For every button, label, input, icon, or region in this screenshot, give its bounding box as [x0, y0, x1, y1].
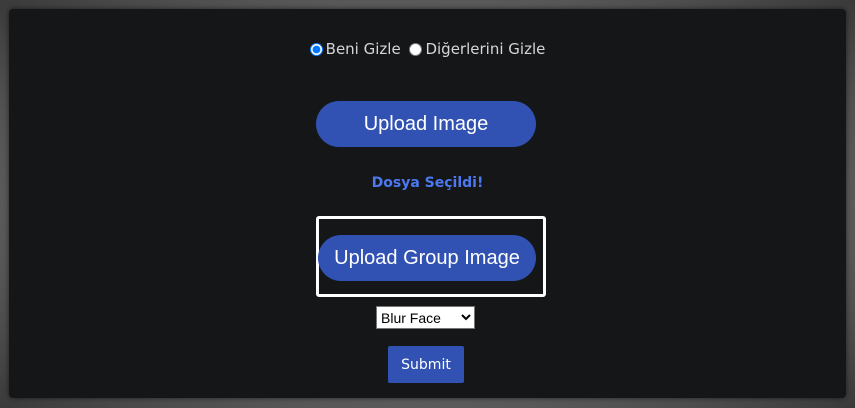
radio-hide-others-label: Diğerlerini Gizle — [425, 40, 546, 58]
main-panel — [9, 9, 846, 398]
file-selected-status: Dosya Seçildi! — [371, 175, 484, 191]
radio-hide-me-input[interactable] — [309, 42, 323, 56]
upload-group-image-button[interactable]: Upload Group Image — [318, 235, 536, 281]
radio-hide-me-label: Beni Gizle — [325, 40, 401, 58]
radio-hide-others[interactable]: Diğerlerini Gizle — [409, 40, 545, 58]
effect-select[interactable]: Blur Face — [376, 306, 475, 329]
upload-image-button[interactable]: Upload Image — [316, 101, 536, 147]
privacy-radio-group: Beni Gizle Diğerlerini Gizle — [0, 40, 855, 60]
radio-hide-me[interactable]: Beni Gizle — [309, 40, 401, 58]
radio-hide-others-input[interactable] — [409, 42, 423, 56]
submit-button[interactable]: Submit — [388, 346, 464, 383]
